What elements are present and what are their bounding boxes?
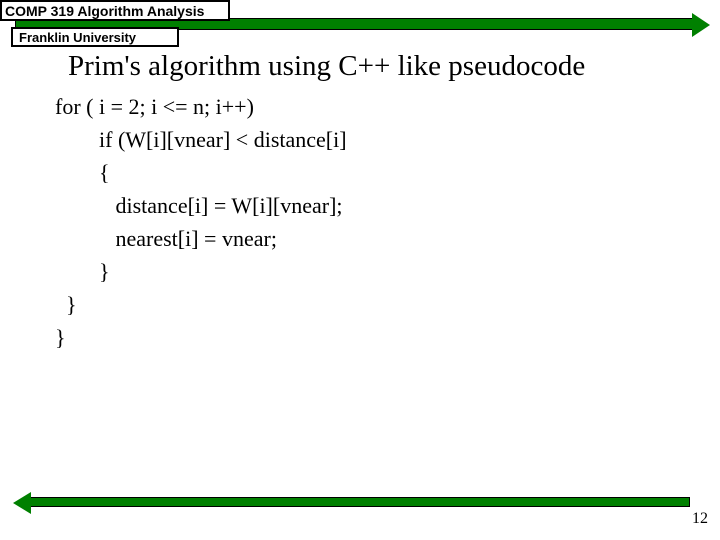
course-code-box: COMP 319 Algorithm Analysis [0,0,230,21]
code-line: nearest[i] = vnear; [55,226,277,251]
slide-title: Prim's algorithm using C++ like pseudoco… [68,50,585,83]
slide: COMP 319 Algorithm Analysis Franklin Uni… [0,0,720,540]
page-number: 12 [692,510,708,528]
code-line: { [55,160,110,185]
code-line: } [55,259,110,284]
footer-arrow-bar [30,497,690,507]
code-line: } [55,292,77,317]
code-block: for ( i = 2; i <= n; i++) if (W[i][vnear… [55,90,347,354]
code-line: for ( i = 2; i <= n; i++) [55,94,254,119]
code-line: if (W[i][vnear] < distance[i] [55,127,347,152]
course-code-text: COMP 319 Algorithm Analysis [5,3,204,19]
code-line: distance[i] = W[i][vnear]; [55,193,343,218]
university-text: Franklin University [19,30,136,45]
university-box: Franklin University [11,27,179,47]
code-line: } [55,325,66,350]
